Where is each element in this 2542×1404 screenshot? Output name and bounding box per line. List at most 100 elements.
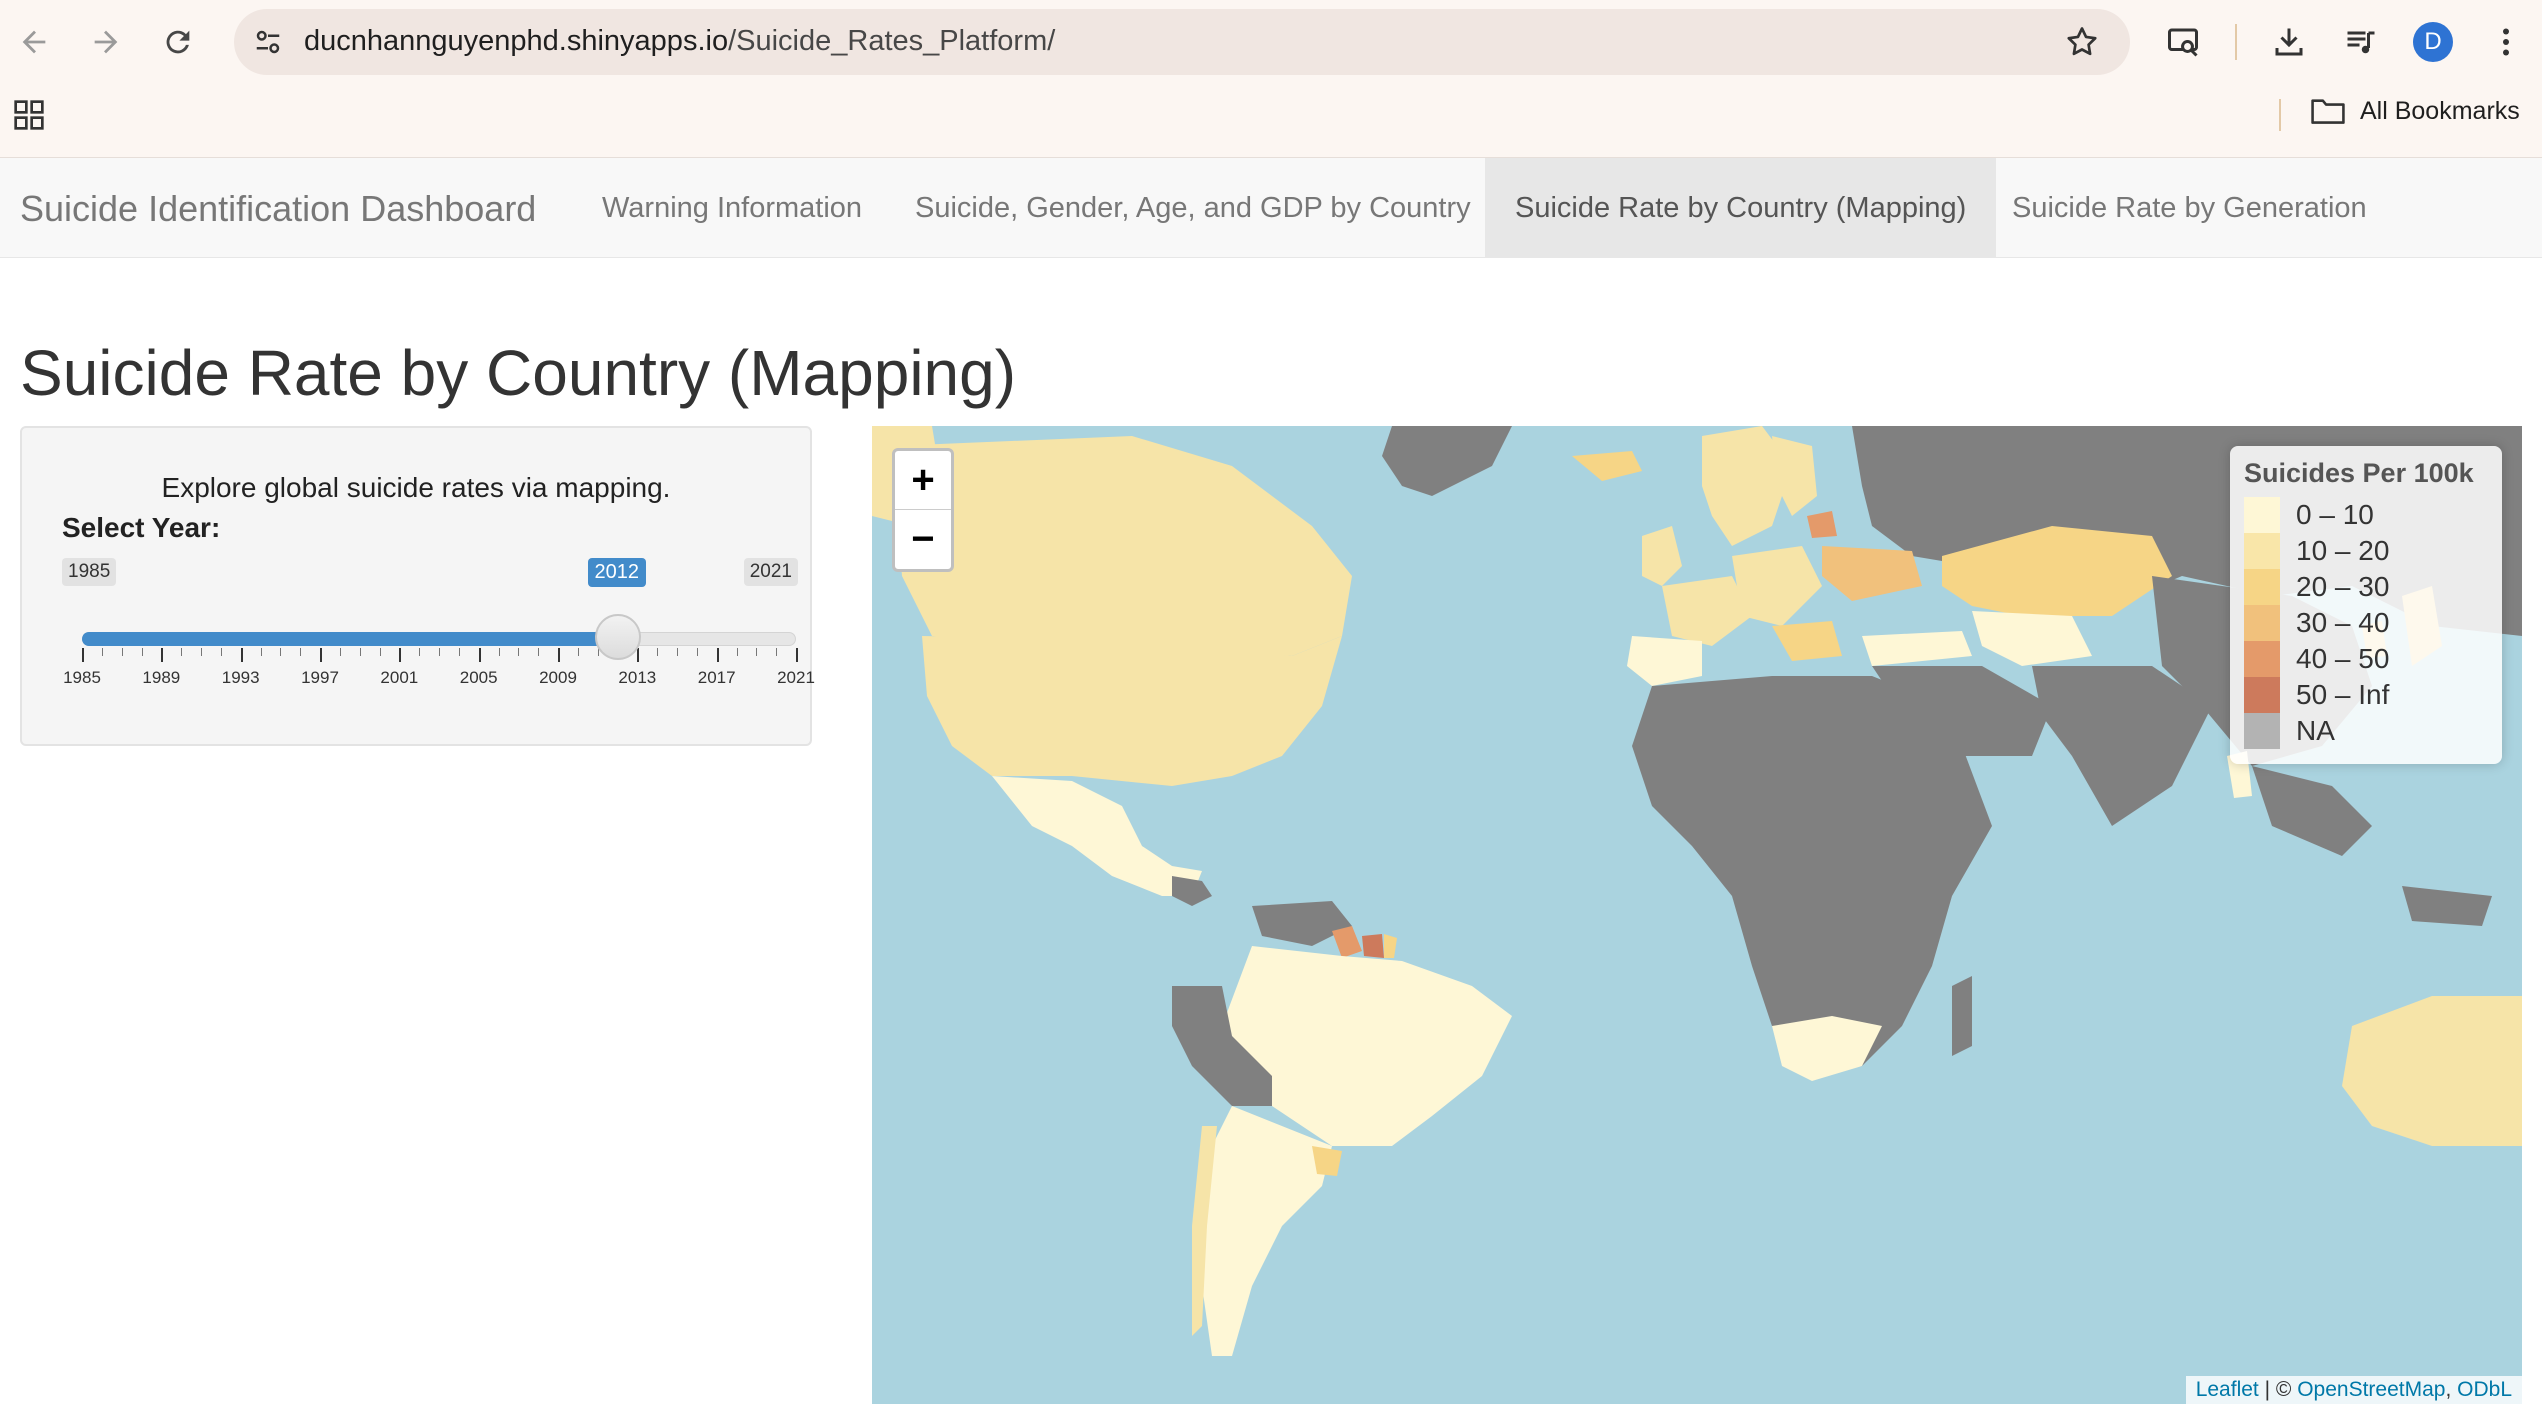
legend-label: 50 – Inf: [2296, 679, 2390, 710]
openstreetmap-link[interactable]: OpenStreetMap: [2297, 1378, 2445, 1401]
legend-item: NA: [2244, 713, 2488, 749]
country-lithuania: [1807, 511, 1837, 538]
slider-tick-label: 2013: [618, 668, 657, 687]
url-host: ducnhannguyenphd.shinyapps.io: [304, 25, 729, 57]
slider-minor-tick: [776, 648, 778, 656]
slider-major-tick: [82, 648, 84, 662]
country-central-europe: [1732, 546, 1822, 626]
slider-minor-tick: [518, 648, 520, 656]
slider-minor-tick: [439, 648, 440, 656]
app-brand[interactable]: Suicide Identification Dashboard: [20, 188, 536, 230]
slider-minor-tick: [419, 648, 421, 656]
slider-minor-tick: [736, 648, 738, 656]
legend-label: 20 – 30: [2296, 571, 2390, 602]
apps-grid-icon[interactable]: [13, 99, 45, 131]
search-tabs-button[interactable]: [2160, 19, 2206, 65]
legend-item: 30 – 40: [2244, 605, 2488, 641]
site-settings-icon[interactable]: [248, 22, 288, 62]
country-turkey: [1862, 631, 1972, 666]
slider-minor-tick: [141, 648, 143, 656]
slider-minor-tick: [300, 648, 302, 656]
legend-label: 30 – 40: [2296, 607, 2390, 638]
country-mexico: [992, 776, 1202, 896]
zoom-control: + −: [892, 448, 954, 572]
slider-tick-label: 2017: [697, 668, 736, 687]
tab-warning-information[interactable]: Warning Information: [572, 158, 892, 258]
slider-minor-tick: [577, 648, 579, 656]
sidebar-panel: Explore global suicide rates via mapping…: [20, 426, 815, 746]
legend-swatch: [2244, 533, 2280, 569]
year-slider[interactable]: 1985 2021 2012 1985 1989 1993 1997 2001 2005 2…: [62, 558, 815, 698]
folder-icon: [2311, 99, 2345, 124]
slider-minor-tick: [359, 648, 361, 656]
country-uzbekistan: [1972, 611, 2092, 666]
slider-major-tick: [161, 648, 164, 662]
slider-ticks: 1985 1989 1993 1997 2001 2005 2009 2013 2017 2021: [62, 648, 822, 698]
slider-minor-tick: [201, 648, 202, 656]
url-path: /Suicide_Rates_Platform/: [728, 25, 1056, 57]
tab-suicide-gender-age-gdp[interactable]: Suicide, Gender, Age, and GDP by Country: [885, 158, 1501, 258]
profile-avatar[interactable]: D: [2413, 22, 2453, 62]
back-button[interactable]: [10, 18, 58, 66]
legend-title: Suicides Per 100k: [2244, 458, 2474, 488]
slider-major-tick: [478, 648, 481, 662]
slider-minor-tick: [339, 648, 341, 656]
choropleth-map[interactable]: + − Suicides Per 100k 0 – 10 10 – 20 20 …: [872, 426, 2522, 1404]
media-controls-button[interactable]: [2338, 19, 2384, 65]
slider-minor-tick: [696, 648, 698, 656]
slider-tick-label: 2001: [380, 668, 419, 687]
leaflet-link[interactable]: Leaflet: [2196, 1378, 2259, 1401]
legend-swatch: [2244, 641, 2280, 677]
legend-item: 40 – 50: [2244, 641, 2488, 677]
queue-music-icon: [2347, 31, 2375, 54]
bookmark-star-icon[interactable]: [2064, 24, 2100, 60]
legend-swatch: [2244, 677, 2280, 713]
slider-minor-tick: [280, 648, 282, 656]
legend-label: 10 – 20: [2296, 535, 2390, 566]
tab-suicide-rate-generation[interactable]: Suicide Rate by Generation: [1982, 158, 2397, 258]
downloads-button[interactable]: [2266, 19, 2312, 65]
address-bar[interactable]: ducnhannguyenphd.shinyapps.io/Suicide_Ra…: [234, 9, 2130, 75]
slider-minor-tick: [260, 648, 262, 656]
country-brazil: [1222, 946, 1512, 1146]
country-south-africa: [1772, 1016, 1882, 1081]
slider-min-label: 1985: [62, 558, 117, 586]
zoom-in-button[interactable]: +: [895, 451, 951, 510]
slider-major-tick: [716, 648, 719, 662]
slider-minor-tick: [101, 648, 103, 656]
browser-toolbar: ducnhannguyenphd.shinyapps.io/Suicide_Ra…: [0, 0, 2542, 158]
odbl-link[interactable]: ODbL: [2457, 1378, 2512, 1401]
country-argentina: [1202, 1106, 1332, 1356]
country-canada: [892, 436, 1352, 656]
slider-major-tick: [558, 648, 560, 662]
url-text[interactable]: ducnhannguyenphd.shinyapps.io/Suicide_Ra…: [304, 25, 1055, 58]
country-australia: [2342, 996, 2522, 1146]
legend-swatch: [2244, 713, 2280, 749]
country-french-guiana: [1384, 934, 1397, 958]
slider-major-tick: [637, 648, 640, 662]
country-madagascar: [1952, 976, 1972, 1056]
slider-minor-tick: [538, 648, 540, 656]
slider-minor-tick: [756, 648, 758, 656]
all-bookmarks-button[interactable]: All Bookmarks: [2310, 96, 2520, 126]
reload-button[interactable]: [154, 18, 202, 66]
slider-minor-tick: [121, 648, 123, 656]
slider-major-tick: [320, 648, 322, 662]
country-guyana: [1332, 926, 1362, 958]
country-balkans: [1772, 621, 1842, 661]
slider-minor-tick: [220, 648, 222, 656]
slider-tick-label: 2021: [777, 668, 815, 687]
tab-suicide-rate-mapping[interactable]: Suicide Rate by Country (Mapping): [1485, 158, 1997, 258]
browser-menu-button[interactable]: [2483, 19, 2529, 65]
slider-handle[interactable]: [594, 614, 641, 660]
slider-minor-tick: [379, 648, 381, 656]
slider-major-tick: [399, 648, 402, 662]
forward-button[interactable]: [82, 18, 130, 66]
slider-minor-tick: [677, 648, 678, 656]
zoom-out-button[interactable]: −: [895, 510, 951, 569]
map-attribution: Leaflet | © OpenStreetMap, ODbL: [2185, 1376, 2522, 1404]
bookmarks-divider: [2279, 99, 2281, 131]
screen-search-icon: [2168, 28, 2198, 57]
country-southeast-asia: [2252, 766, 2372, 856]
legend-label: 0 – 10: [2296, 499, 2374, 530]
